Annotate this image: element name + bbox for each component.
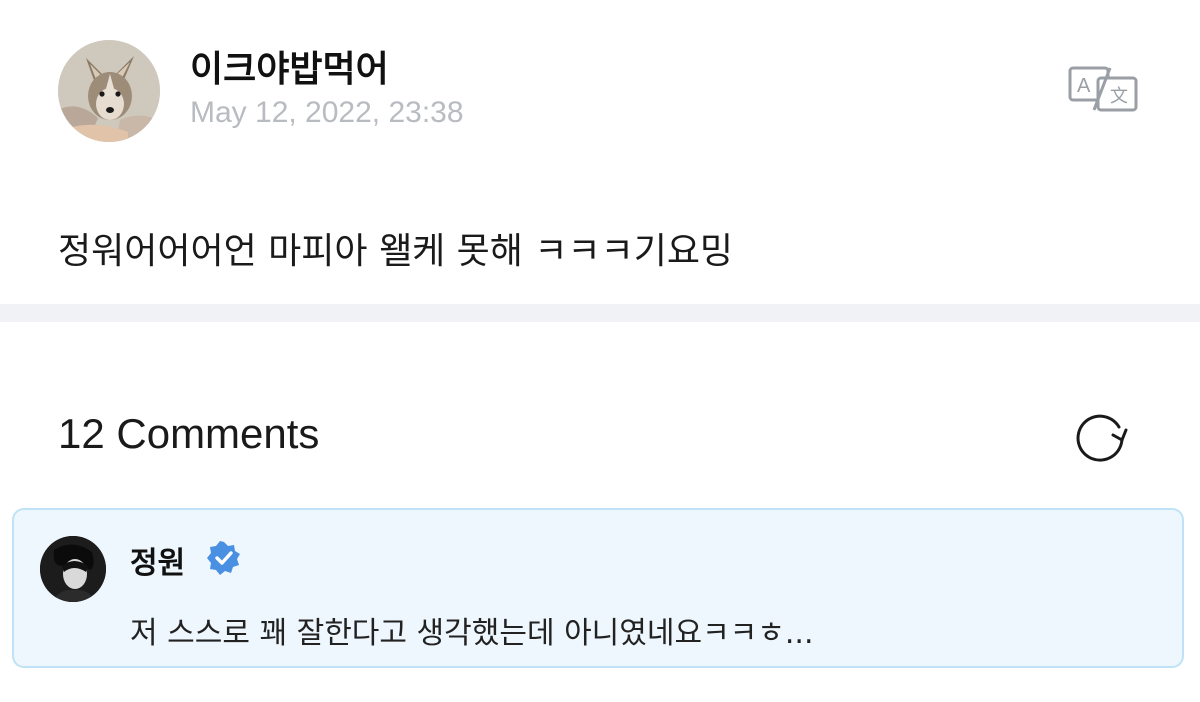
- post-body-text: 정워어어어언 마피아 왤케 못해 ㅋㅋㅋ기요밍: [58, 231, 734, 272]
- post-author-name[interactable]: 이크야밥먹어: [190, 40, 389, 92]
- refresh-button[interactable]: [1072, 406, 1130, 464]
- translate-icon: A 文: [1068, 66, 1138, 112]
- comment-avatar[interactable]: [40, 536, 106, 602]
- refresh-icon: [1076, 414, 1128, 462]
- verified-icon: [207, 541, 240, 575]
- dog-avatar-icon: [58, 40, 160, 142]
- comment-author-name[interactable]: 정원: [130, 538, 185, 582]
- post-card: 이크야밥먹어 May 12, 2022, 23:38 A 文 정워어어어언 마피…: [0, 0, 1200, 304]
- person-avatar-icon: [40, 536, 106, 602]
- post-timestamp: May 12, 2022, 23:38: [190, 96, 464, 129]
- verified-badge: [206, 540, 242, 576]
- highlighted-comment[interactable]: 정원 저 스스로 꽤 잘한다고 생각했는데 아니였네요ㅋㅋㅎ...: [12, 508, 1184, 668]
- svg-text:文: 文: [1110, 86, 1128, 107]
- section-divider: [0, 304, 1200, 322]
- comments-count-title: 12 Comments: [58, 410, 320, 457]
- translate-button[interactable]: A 文: [1066, 64, 1140, 114]
- comment-text: 저 스스로 꽤 잘한다고 생각했는데 아니였네요ㅋㅋㅎ...: [130, 616, 814, 651]
- svg-text:A: A: [1077, 75, 1091, 97]
- author-avatar[interactable]: [58, 40, 160, 142]
